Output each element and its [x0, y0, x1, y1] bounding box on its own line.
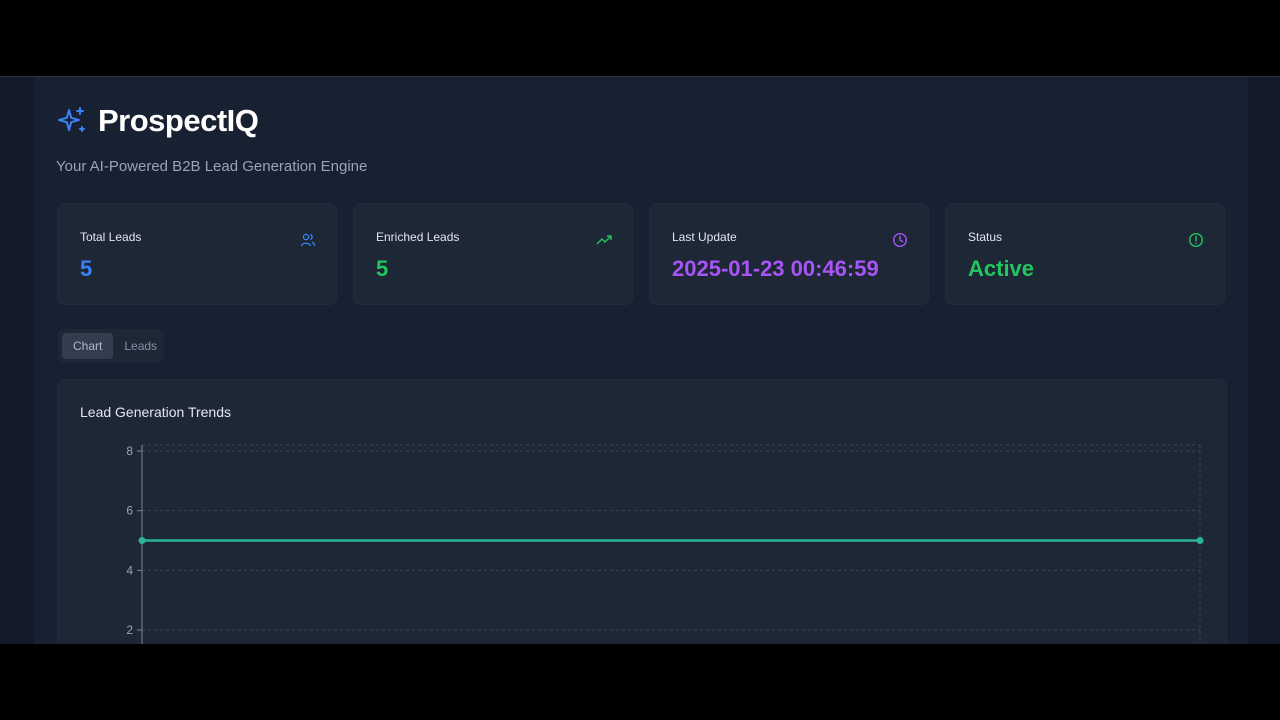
app-title: ProspectIQ	[98, 103, 259, 138]
data-point	[138, 537, 146, 544]
dashboard-page: ProspectIQ Your AI-Powered B2B Lead Gene…	[34, 77, 1248, 644]
lead-trend-chart: 2 4 6 8	[126, 444, 1204, 644]
y-tick-label: 4	[126, 563, 133, 577]
y-tick-label: 8	[126, 444, 133, 458]
users-icon	[300, 233, 316, 247]
stat-value: 5	[80, 256, 93, 281]
alert-circle-icon	[1188, 232, 1204, 248]
stat-label: Total Leads	[80, 230, 142, 244]
stat-card-total-leads: Total Leads 5	[57, 203, 337, 305]
tab-chart[interactable]: Chart	[62, 333, 114, 359]
stat-value: Active	[968, 256, 1035, 281]
stat-label: Status	[968, 230, 1003, 244]
y-tick-label: 2	[126, 623, 133, 637]
y-tick-label: 6	[126, 504, 133, 518]
stat-card-status: Status Active	[945, 203, 1225, 305]
sparkles-icon	[58, 107, 85, 132]
view-tabs: Chart Leads	[58, 329, 164, 363]
stat-label: Last Update	[672, 230, 737, 244]
clock-icon	[892, 232, 908, 248]
stat-card-last-update: Last Update 2025-01-23 00:46:59	[649, 203, 929, 305]
stat-value: 2025-01-23 00:46:59	[672, 256, 879, 281]
stat-card-enriched-leads: Enriched Leads 5	[353, 203, 633, 305]
chart-card: Lead Generation Trends 2468	[57, 379, 1227, 644]
app-viewport: ProspectIQ Your AI-Powered B2B Lead Gene…	[0, 76, 1280, 644]
stats-row: Total Leads 5 Enriched Leads 5 Last Upda…	[57, 203, 1225, 305]
data-point	[1196, 537, 1204, 544]
app-subtitle: Your AI-Powered B2B Lead Generation Engi…	[56, 158, 368, 175]
header: ProspectIQ	[56, 103, 259, 139]
stat-label: Enriched Leads	[376, 230, 460, 244]
trending-up-icon	[596, 235, 612, 245]
tab-leads[interactable]: Leads	[113, 333, 168, 359]
letterbox-bottom	[0, 644, 1280, 720]
stat-value: 5	[376, 256, 389, 281]
